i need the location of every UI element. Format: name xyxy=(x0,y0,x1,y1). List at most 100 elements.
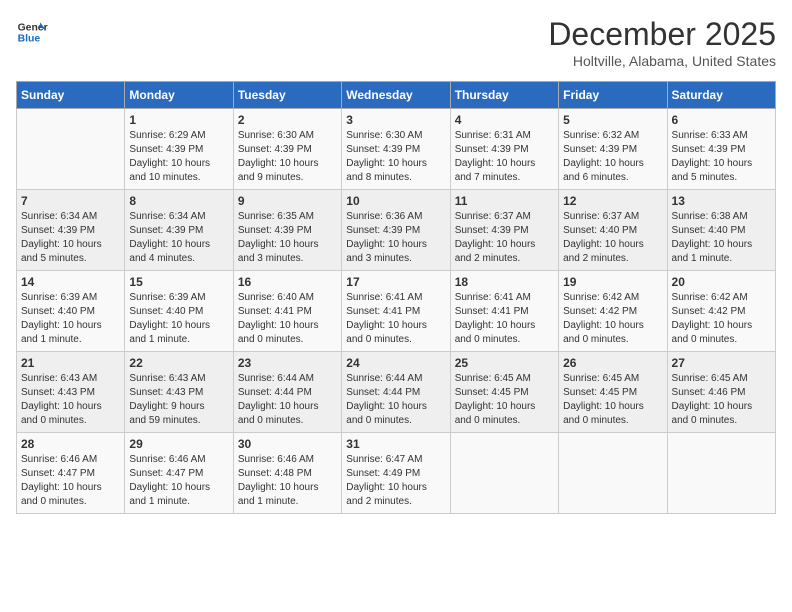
weekday-header-saturday: Saturday xyxy=(667,82,775,109)
day-info: Sunrise: 6:31 AM Sunset: 4:39 PM Dayligh… xyxy=(455,129,554,185)
header: General Blue December 2025 Holtville, Al… xyxy=(16,16,776,69)
day-number: 7 xyxy=(21,194,120,208)
calendar-cell: 11 Sunrise: 6:37 AM Sunset: 4:39 PM Dayli… xyxy=(450,190,558,271)
calendar-cell: 16 Sunrise: 6:40 AM Sunset: 4:41 PM Dayli… xyxy=(233,271,341,352)
day-info: Sunrise: 6:42 AM Sunset: 4:42 PM Dayligh… xyxy=(563,291,662,347)
day-number: 29 xyxy=(129,437,228,451)
day-info: Sunrise: 6:43 AM Sunset: 4:43 PM Dayligh… xyxy=(21,372,120,428)
calendar-cell: 4 Sunrise: 6:31 AM Sunset: 4:39 PM Daylig… xyxy=(450,109,558,190)
day-info: Sunrise: 6:42 AM Sunset: 4:42 PM Dayligh… xyxy=(672,291,771,347)
day-info: Sunrise: 6:45 AM Sunset: 4:45 PM Dayligh… xyxy=(455,372,554,428)
day-number: 17 xyxy=(346,275,445,289)
day-info: Sunrise: 6:30 AM Sunset: 4:39 PM Dayligh… xyxy=(238,129,337,185)
day-number: 30 xyxy=(238,437,337,451)
day-info: Sunrise: 6:43 AM Sunset: 4:43 PM Dayligh… xyxy=(129,372,228,428)
calendar-cell: 24Sunrise: 6:44 AM Sunset: 4:44 PM Dayli… xyxy=(342,352,450,433)
calendar-cell: 21 Sunrise: 6:43 AM Sunset: 4:43 PM Dayli… xyxy=(17,352,125,433)
calendar-cell xyxy=(667,433,775,514)
day-info: Sunrise: 6:36 AM Sunset: 4:39 PM Dayligh… xyxy=(346,210,445,266)
calendar-cell: 10 Sunrise: 6:36 AM Sunset: 4:39 PM Dayli… xyxy=(342,190,450,271)
day-info: Sunrise: 6:46 AM Sunset: 4:47 PM Dayligh… xyxy=(21,453,120,509)
subtitle: Holtville, Alabama, United States xyxy=(548,53,776,69)
day-info: Sunrise: 6:37 AM Sunset: 4:40 PM Dayligh… xyxy=(563,210,662,266)
day-number: 13 xyxy=(672,194,771,208)
calendar-cell: 27 Sunrise: 6:45 AM Sunset: 4:46 PM Dayli… xyxy=(667,352,775,433)
week-row-2: 7 Sunrise: 6:34 AM Sunset: 4:39 PM Daylig… xyxy=(17,190,776,271)
weekday-header-sunday: Sunday xyxy=(17,82,125,109)
title-area: December 2025 Holtville, Alabama, United… xyxy=(548,16,776,69)
day-info: Sunrise: 6:47 AM Sunset: 4:49 PM Dayligh… xyxy=(346,453,445,509)
day-number: 27 xyxy=(672,356,771,370)
day-number: 25 xyxy=(455,356,554,370)
calendar-cell: 22Sunrise: 6:43 AM Sunset: 4:43 PM Dayli… xyxy=(125,352,233,433)
logo-icon: General Blue xyxy=(16,16,48,48)
calendar-cell: 30 Sunrise: 6:46 AM Sunset: 4:48 PM Dayli… xyxy=(233,433,341,514)
calendar-cell xyxy=(17,109,125,190)
day-info: Sunrise: 6:33 AM Sunset: 4:39 PM Dayligh… xyxy=(672,129,771,185)
day-number: 3 xyxy=(346,113,445,127)
day-number: 2 xyxy=(238,113,337,127)
weekday-header-wednesday: Wednesday xyxy=(342,82,450,109)
day-number: 28 xyxy=(21,437,120,451)
day-number: 5 xyxy=(563,113,662,127)
calendar-cell: 5 Sunrise: 6:32 AM Sunset: 4:39 PM Daylig… xyxy=(559,109,667,190)
day-info: Sunrise: 6:35 AM Sunset: 4:39 PM Dayligh… xyxy=(238,210,337,266)
day-info: Sunrise: 6:40 AM Sunset: 4:41 PM Dayligh… xyxy=(238,291,337,347)
weekday-header-tuesday: Tuesday xyxy=(233,82,341,109)
day-number: 18 xyxy=(455,275,554,289)
day-number: 14 xyxy=(21,275,120,289)
calendar-cell: 12 Sunrise: 6:37 AM Sunset: 4:40 PM Dayli… xyxy=(559,190,667,271)
calendar-cell: 1 Sunrise: 6:29 AM Sunset: 4:39 PM Daylig… xyxy=(125,109,233,190)
day-info: Sunrise: 6:29 AM Sunset: 4:39 PM Dayligh… xyxy=(129,129,228,185)
calendar-cell: 19 Sunrise: 6:42 AM Sunset: 4:42 PM Dayli… xyxy=(559,271,667,352)
day-info: Sunrise: 6:45 AM Sunset: 4:46 PM Dayligh… xyxy=(672,372,771,428)
day-info: Sunrise: 6:45 AM Sunset: 4:45 PM Dayligh… xyxy=(563,372,662,428)
day-number: 6 xyxy=(672,113,771,127)
calendar-cell: 23Sunrise: 6:44 AM Sunset: 4:44 PM Dayli… xyxy=(233,352,341,433)
day-info: Sunrise: 6:34 AM Sunset: 4:39 PM Dayligh… xyxy=(129,210,228,266)
calendar-cell: 14 Sunrise: 6:39 AM Sunset: 4:40 PM Dayli… xyxy=(17,271,125,352)
calendar-cell xyxy=(559,433,667,514)
week-row-3: 14 Sunrise: 6:39 AM Sunset: 4:40 PM Dayli… xyxy=(17,271,776,352)
day-number: 19 xyxy=(563,275,662,289)
day-info: Sunrise: 6:46 AM Sunset: 4:47 PM Dayligh… xyxy=(129,453,228,509)
calendar-cell: 3 Sunrise: 6:30 AM Sunset: 4:39 PM Daylig… xyxy=(342,109,450,190)
calendar-cell: 18Sunrise: 6:41 AM Sunset: 4:41 PM Dayli… xyxy=(450,271,558,352)
calendar-cell: 15Sunrise: 6:39 AM Sunset: 4:40 PM Dayli… xyxy=(125,271,233,352)
day-number: 1 xyxy=(129,113,228,127)
day-info: Sunrise: 6:34 AM Sunset: 4:39 PM Dayligh… xyxy=(21,210,120,266)
day-number: 23 xyxy=(238,356,337,370)
day-info: Sunrise: 6:39 AM Sunset: 4:40 PM Dayligh… xyxy=(21,291,120,347)
week-row-1: 1 Sunrise: 6:29 AM Sunset: 4:39 PM Daylig… xyxy=(17,109,776,190)
day-info: Sunrise: 6:32 AM Sunset: 4:39 PM Dayligh… xyxy=(563,129,662,185)
calendar-cell: 2 Sunrise: 6:30 AM Sunset: 4:39 PM Daylig… xyxy=(233,109,341,190)
calendar-cell: 8 Sunrise: 6:34 AM Sunset: 4:39 PM Daylig… xyxy=(125,190,233,271)
day-number: 31 xyxy=(346,437,445,451)
calendar-table: SundayMondayTuesdayWednesdayThursdayFrid… xyxy=(16,81,776,514)
week-row-4: 21 Sunrise: 6:43 AM Sunset: 4:43 PM Dayli… xyxy=(17,352,776,433)
logo: General Blue xyxy=(16,16,48,48)
calendar-cell: 9Sunrise: 6:35 AM Sunset: 4:39 PM Daylig… xyxy=(233,190,341,271)
day-number: 21 xyxy=(21,356,120,370)
svg-text:Blue: Blue xyxy=(18,34,41,45)
weekday-header-thursday: Thursday xyxy=(450,82,558,109)
day-number: 16 xyxy=(238,275,337,289)
day-number: 4 xyxy=(455,113,554,127)
weekday-header-friday: Friday xyxy=(559,82,667,109)
day-number: 26 xyxy=(563,356,662,370)
calendar-cell: 13Sunrise: 6:38 AM Sunset: 4:40 PM Dayli… xyxy=(667,190,775,271)
day-number: 12 xyxy=(563,194,662,208)
day-info: Sunrise: 6:37 AM Sunset: 4:39 PM Dayligh… xyxy=(455,210,554,266)
calendar-cell: 31 Sunrise: 6:47 AM Sunset: 4:49 PM Dayli… xyxy=(342,433,450,514)
calendar-cell: 29 Sunrise: 6:46 AM Sunset: 4:47 PM Dayli… xyxy=(125,433,233,514)
day-info: Sunrise: 6:30 AM Sunset: 4:39 PM Dayligh… xyxy=(346,129,445,185)
day-info: Sunrise: 6:46 AM Sunset: 4:48 PM Dayligh… xyxy=(238,453,337,509)
day-number: 10 xyxy=(346,194,445,208)
weekday-header-monday: Monday xyxy=(125,82,233,109)
weekday-header-row: SundayMondayTuesdayWednesdayThursdayFrid… xyxy=(17,82,776,109)
calendar-cell: 20 Sunrise: 6:42 AM Sunset: 4:42 PM Dayli… xyxy=(667,271,775,352)
main-title: December 2025 xyxy=(548,16,776,53)
day-number: 8 xyxy=(129,194,228,208)
day-number: 11 xyxy=(455,194,554,208)
day-number: 20 xyxy=(672,275,771,289)
